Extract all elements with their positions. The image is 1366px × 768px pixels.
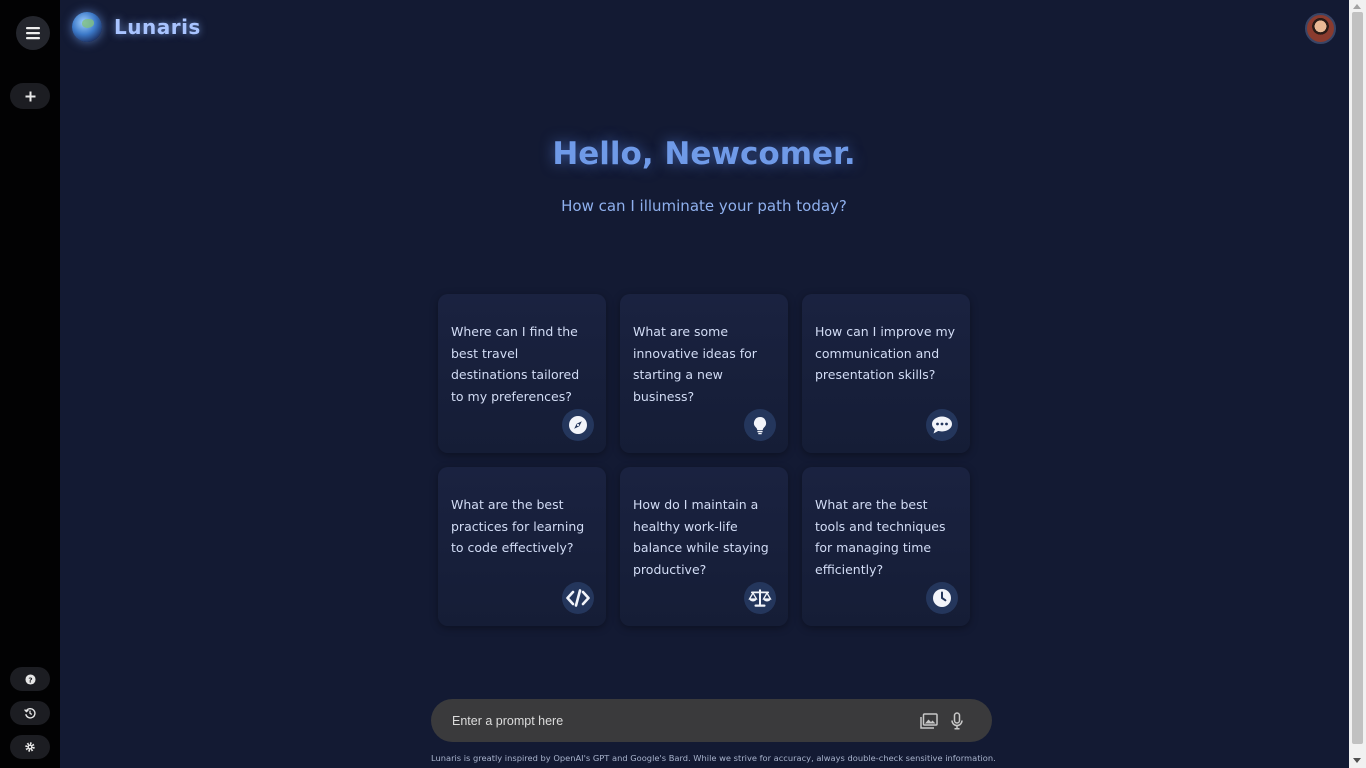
- suggestion-text: What are the best tools and techniques f…: [815, 497, 946, 578]
- greeting-subtitle: How can I illuminate your path today?: [561, 197, 847, 215]
- history-button[interactable]: [10, 701, 50, 725]
- suggestion-card[interactable]: What are some innovative ideas for start…: [620, 294, 788, 453]
- history-icon: [24, 707, 36, 719]
- suggestion-text: What are some innovative ideas for start…: [633, 324, 757, 405]
- scrollbar-thumb[interactable]: [1352, 12, 1363, 744]
- suggestion-cards: Where can I find the best travel destina…: [438, 294, 972, 626]
- user-avatar[interactable]: [1305, 13, 1336, 44]
- chat-bubble-icon: [926, 409, 958, 441]
- code-icon: [562, 582, 594, 614]
- gear-icon: [25, 742, 35, 752]
- suggestion-text: What are the best practices for learning…: [451, 497, 585, 556]
- suggestion-card[interactable]: What are the best tools and techniques f…: [802, 467, 970, 626]
- prompt-input[interactable]: [452, 708, 892, 733]
- globe-logo-icon: [72, 12, 102, 42]
- clock-icon: [926, 582, 958, 614]
- svg-text:?: ?: [28, 675, 32, 684]
- sidebar: ?: [0, 0, 60, 768]
- new-chat-button[interactable]: [10, 83, 50, 109]
- suggestion-card[interactable]: How do I maintain a healthy work-life ba…: [620, 467, 788, 626]
- image-upload-icon[interactable]: [919, 711, 939, 731]
- suggestion-card[interactable]: What are the best practices for learning…: [438, 467, 606, 626]
- compass-icon: [562, 409, 594, 441]
- scroll-down-arrow-icon[interactable]: [1353, 758, 1361, 763]
- hamburger-icon: [26, 27, 40, 40]
- scale-icon: [744, 582, 776, 614]
- suggestion-text: How do I maintain a healthy work-life ba…: [633, 497, 769, 578]
- help-icon: ?: [24, 673, 36, 685]
- menu-button[interactable]: [16, 16, 50, 50]
- lightbulb-icon: [744, 409, 776, 441]
- help-button[interactable]: ?: [10, 667, 50, 691]
- brand[interactable]: Lunaris: [72, 12, 201, 42]
- greeting-title: Hello, Newcomer.: [552, 136, 856, 172]
- plus-icon: [25, 91, 35, 101]
- suggestion-text: How can I improve my communication and p…: [815, 324, 956, 383]
- app-name: Lunaris: [114, 15, 201, 39]
- scrollbar[interactable]: [1349, 0, 1366, 768]
- disclaimer-text: Lunaris is greatly inspired by OpenAI's …: [431, 753, 996, 763]
- suggestion-card[interactable]: Where can I find the best travel destina…: [438, 294, 606, 453]
- suggestion-card[interactable]: How can I improve my communication and p…: [802, 294, 970, 453]
- scroll-up-arrow-icon[interactable]: [1353, 4, 1361, 9]
- suggestion-text: Where can I find the best travel destina…: [451, 324, 580, 405]
- microphone-icon[interactable]: [947, 711, 967, 731]
- settings-button[interactable]: [10, 735, 50, 759]
- prompt-bar: [431, 699, 992, 742]
